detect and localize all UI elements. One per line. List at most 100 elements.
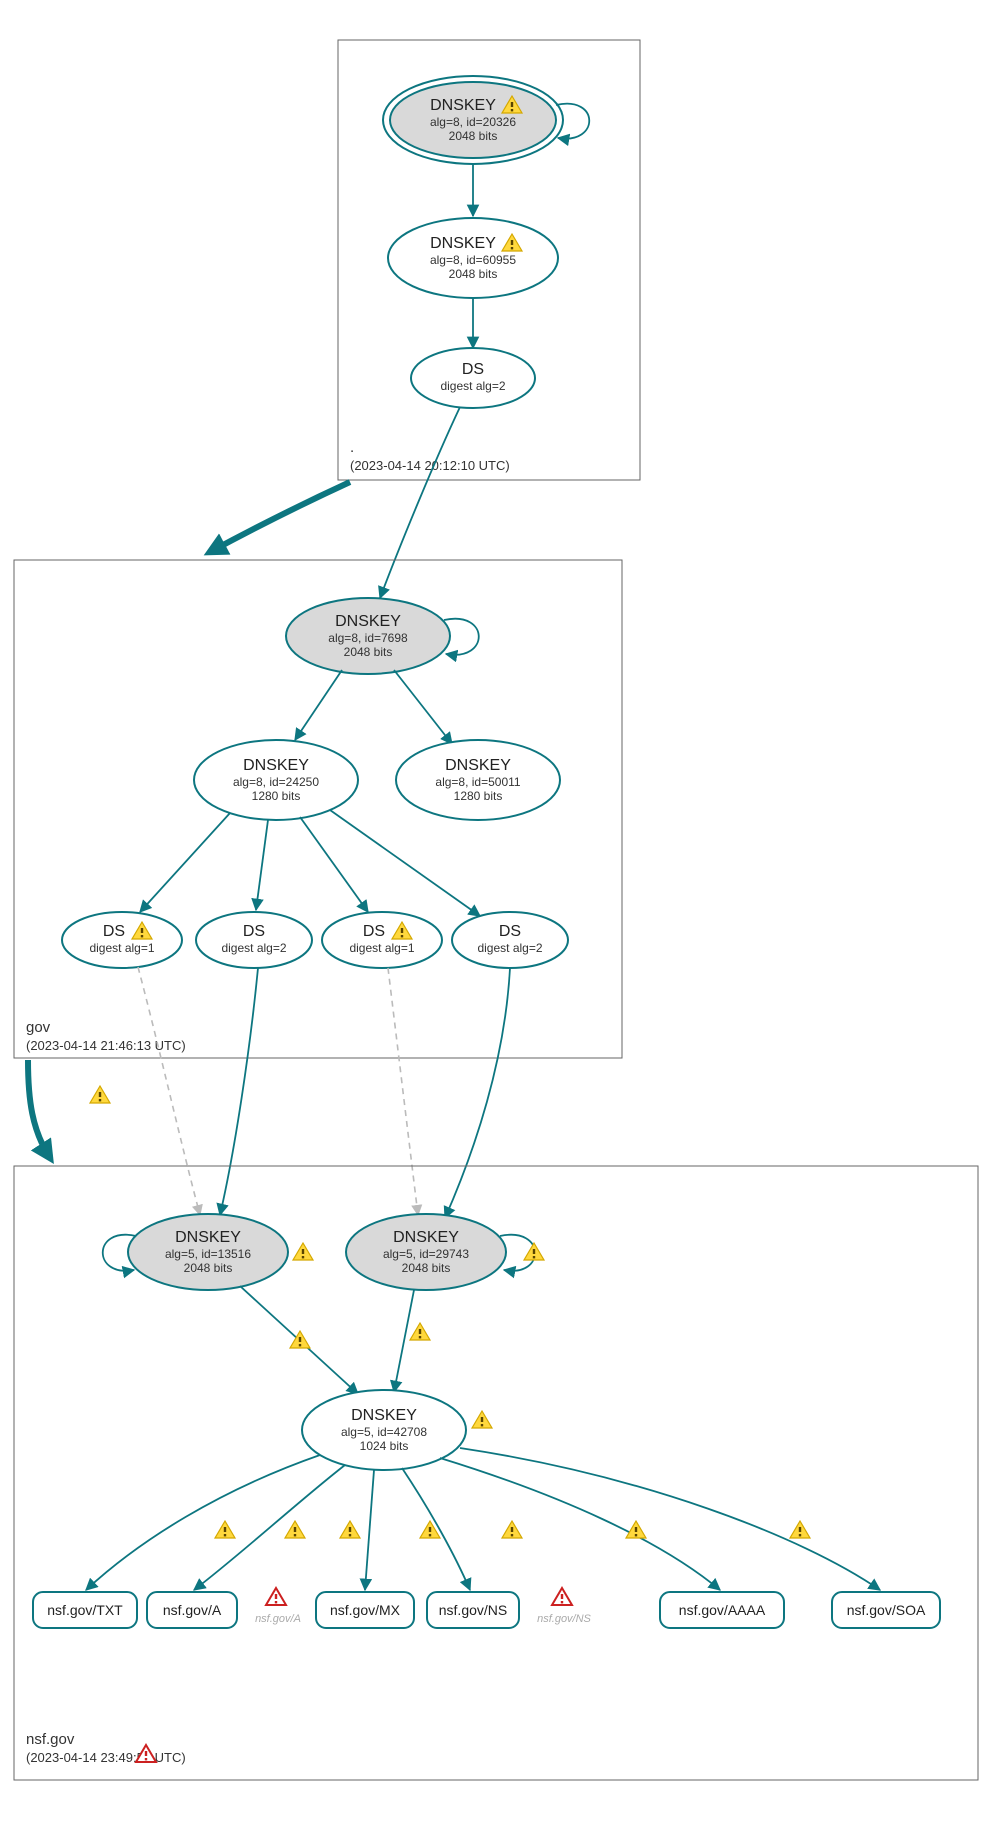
- node-gov-ds1[interactable]: DS digest alg=1: [62, 912, 182, 968]
- node-gov-zsk2[interactable]: DNSKEY alg=8, id=50011 1280 bits: [396, 740, 560, 820]
- node-gov-ds2[interactable]: DS digest alg=2: [196, 912, 312, 968]
- warning-icon: [293, 1243, 313, 1260]
- edge-gov-zsk1-ds3: [300, 817, 368, 912]
- rrset-mx[interactable]: nsf.gov/MX: [316, 1592, 414, 1628]
- svg-text:DNSKEY: DNSKEY: [351, 1407, 417, 1424]
- svg-text:nsf.gov/NS: nsf.gov/NS: [439, 1602, 507, 1618]
- svg-text:nsf.gov/MX: nsf.gov/MX: [330, 1602, 401, 1618]
- node-root-ds[interactable]: DS digest alg=2: [411, 348, 535, 408]
- svg-text:DS: DS: [499, 923, 521, 940]
- edge-ds3-nsfksk2: [388, 968, 418, 1215]
- edge-gov-zsk1-ds2: [256, 820, 268, 910]
- ghost-a: nsf.gov/A: [255, 1588, 301, 1625]
- error-icon: [552, 1588, 572, 1605]
- rrset-a[interactable]: nsf.gov/A: [147, 1592, 237, 1628]
- warning-icon: [524, 1243, 544, 1260]
- ghost-ns: nsf.gov/NS: [537, 1588, 591, 1625]
- warning-icon: [410, 1323, 430, 1340]
- svg-text:nsf.gov/AAAA: nsf.gov/AAAA: [679, 1602, 766, 1618]
- node-root-ksk[interactable]: DNSKEY alg=8, id=20326 2048 bits: [383, 76, 563, 164]
- warning-icon: [626, 1521, 646, 1538]
- svg-text:DS: DS: [462, 361, 484, 378]
- zone-arrow-root-to-gov: [210, 482, 350, 552]
- warning-icon: [340, 1521, 360, 1538]
- svg-text:digest alg=1: digest alg=1: [89, 941, 154, 955]
- svg-text:DNSKEY: DNSKEY: [335, 613, 401, 630]
- node-gov-ds4[interactable]: DS digest alg=2: [452, 912, 568, 968]
- svg-text:digest alg=2: digest alg=2: [221, 941, 286, 955]
- zone-name-root: .: [350, 439, 354, 456]
- svg-text:DS: DS: [103, 923, 125, 940]
- svg-text:2048 bits: 2048 bits: [449, 267, 498, 281]
- svg-text:DNSKEY: DNSKEY: [430, 235, 496, 252]
- svg-text:nsf.gov/A: nsf.gov/A: [255, 1613, 301, 1625]
- warning-icon: [472, 1411, 492, 1428]
- warning-icon: [215, 1521, 235, 1538]
- edge-zsk-ns: [402, 1468, 470, 1590]
- edge-gov-zsk1-ds4: [330, 810, 480, 916]
- edge-ds4-nsfksk2: [445, 968, 510, 1218]
- edge-nsfksk2-zsk: [394, 1290, 414, 1392]
- svg-text:2048 bits: 2048 bits: [449, 129, 498, 143]
- warning-icon: [90, 1086, 110, 1103]
- error-icon: [266, 1588, 286, 1605]
- svg-text:nsf.gov/SOA: nsf.gov/SOA: [847, 1602, 926, 1618]
- node-gov-ds3[interactable]: DS digest alg=1: [322, 912, 442, 968]
- edge-zsk-aaaa: [440, 1458, 720, 1590]
- edge-gov-zsk1-ds1: [140, 813, 230, 912]
- svg-text:alg=8, id=60955: alg=8, id=60955: [430, 253, 516, 267]
- svg-text:alg=8, id=24250: alg=8, id=24250: [233, 775, 319, 789]
- svg-text:alg=8, id=50011: alg=8, id=50011: [435, 775, 521, 789]
- node-root-zsk[interactable]: DNSKEY alg=8, id=60955 2048 bits: [388, 218, 558, 298]
- node-nsf-ksk2[interactable]: DNSKEY alg=5, id=29743 2048 bits: [346, 1214, 506, 1290]
- warning-icon: [502, 1521, 522, 1538]
- warning-icon: [285, 1521, 305, 1538]
- svg-text:alg=8, id=7698: alg=8, id=7698: [328, 631, 408, 645]
- svg-text:2048 bits: 2048 bits: [402, 1261, 451, 1275]
- svg-text:1024 bits: 1024 bits: [360, 1439, 409, 1453]
- zone-name-nsf: nsf.gov: [26, 1731, 75, 1748]
- svg-text:DNSKEY: DNSKEY: [445, 757, 511, 774]
- svg-text:alg=5, id=13516: alg=5, id=13516: [165, 1247, 251, 1261]
- node-gov-ksk[interactable]: DNSKEY alg=8, id=7698 2048 bits: [286, 598, 450, 674]
- zone-ts-nsf: (2023-04-14 23:49:54 UTC): [26, 1750, 186, 1765]
- edge-gov-ksk-zsk2: [394, 670, 452, 744]
- svg-text:DNSKEY: DNSKEY: [430, 97, 496, 114]
- edge-zsk-a: [194, 1465, 345, 1590]
- svg-text:digest alg=2: digest alg=2: [477, 941, 542, 955]
- edge-zsk-mx: [365, 1470, 374, 1590]
- node-nsf-ksk1[interactable]: DNSKEY alg=5, id=13516 2048 bits: [128, 1214, 288, 1290]
- edge-ds2-nsfksk1: [220, 968, 258, 1215]
- rrset-soa[interactable]: nsf.gov/SOA: [832, 1592, 940, 1628]
- zone-ts-root: (2023-04-14 20:12:10 UTC): [350, 458, 510, 473]
- svg-text:digest alg=1: digest alg=1: [349, 941, 414, 955]
- zone-arrow-gov-to-nsf: [28, 1060, 50, 1158]
- node-gov-zsk1[interactable]: DNSKEY alg=8, id=24250 1280 bits: [194, 740, 358, 820]
- rrset-aaaa[interactable]: nsf.gov/AAAA: [660, 1592, 784, 1628]
- dnssec-graph: . (2023-04-14 20:12:10 UTC) DNSKEY alg=8…: [0, 0, 999, 1822]
- svg-text:DNSKEY: DNSKEY: [175, 1229, 241, 1246]
- svg-text:2048 bits: 2048 bits: [184, 1261, 233, 1275]
- rrset-txt[interactable]: nsf.gov/TXT: [33, 1592, 137, 1628]
- rrset-ns[interactable]: nsf.gov/NS: [427, 1592, 519, 1628]
- edge-gov-ksk-zsk1: [295, 670, 342, 740]
- edge-root-ds-to-gov-ksk: [380, 407, 460, 598]
- svg-text:DNSKEY: DNSKEY: [243, 757, 309, 774]
- svg-text:DS: DS: [243, 923, 265, 940]
- edge-zsk-txt: [86, 1455, 320, 1590]
- svg-text:alg=8, id=20326: alg=8, id=20326: [430, 115, 516, 129]
- svg-text:alg=5, id=42708: alg=5, id=42708: [341, 1425, 427, 1439]
- warning-icon: [790, 1521, 810, 1538]
- zone-name-gov: gov: [26, 1019, 51, 1036]
- svg-text:nsf.gov/NS: nsf.gov/NS: [537, 1613, 591, 1625]
- edge-zsk-soa: [460, 1448, 880, 1590]
- svg-text:2048 bits: 2048 bits: [344, 645, 393, 659]
- svg-text:nsf.gov/TXT: nsf.gov/TXT: [47, 1602, 123, 1618]
- svg-text:DS: DS: [363, 923, 385, 940]
- zone-ts-gov: (2023-04-14 21:46:13 UTC): [26, 1038, 186, 1053]
- svg-text:DNSKEY: DNSKEY: [393, 1229, 459, 1246]
- svg-text:alg=5, id=29743: alg=5, id=29743: [383, 1247, 469, 1261]
- svg-text:digest alg=2: digest alg=2: [440, 379, 505, 393]
- edge-ds1-nsfksk1: [138, 967, 200, 1215]
- svg-text:nsf.gov/A: nsf.gov/A: [163, 1602, 222, 1618]
